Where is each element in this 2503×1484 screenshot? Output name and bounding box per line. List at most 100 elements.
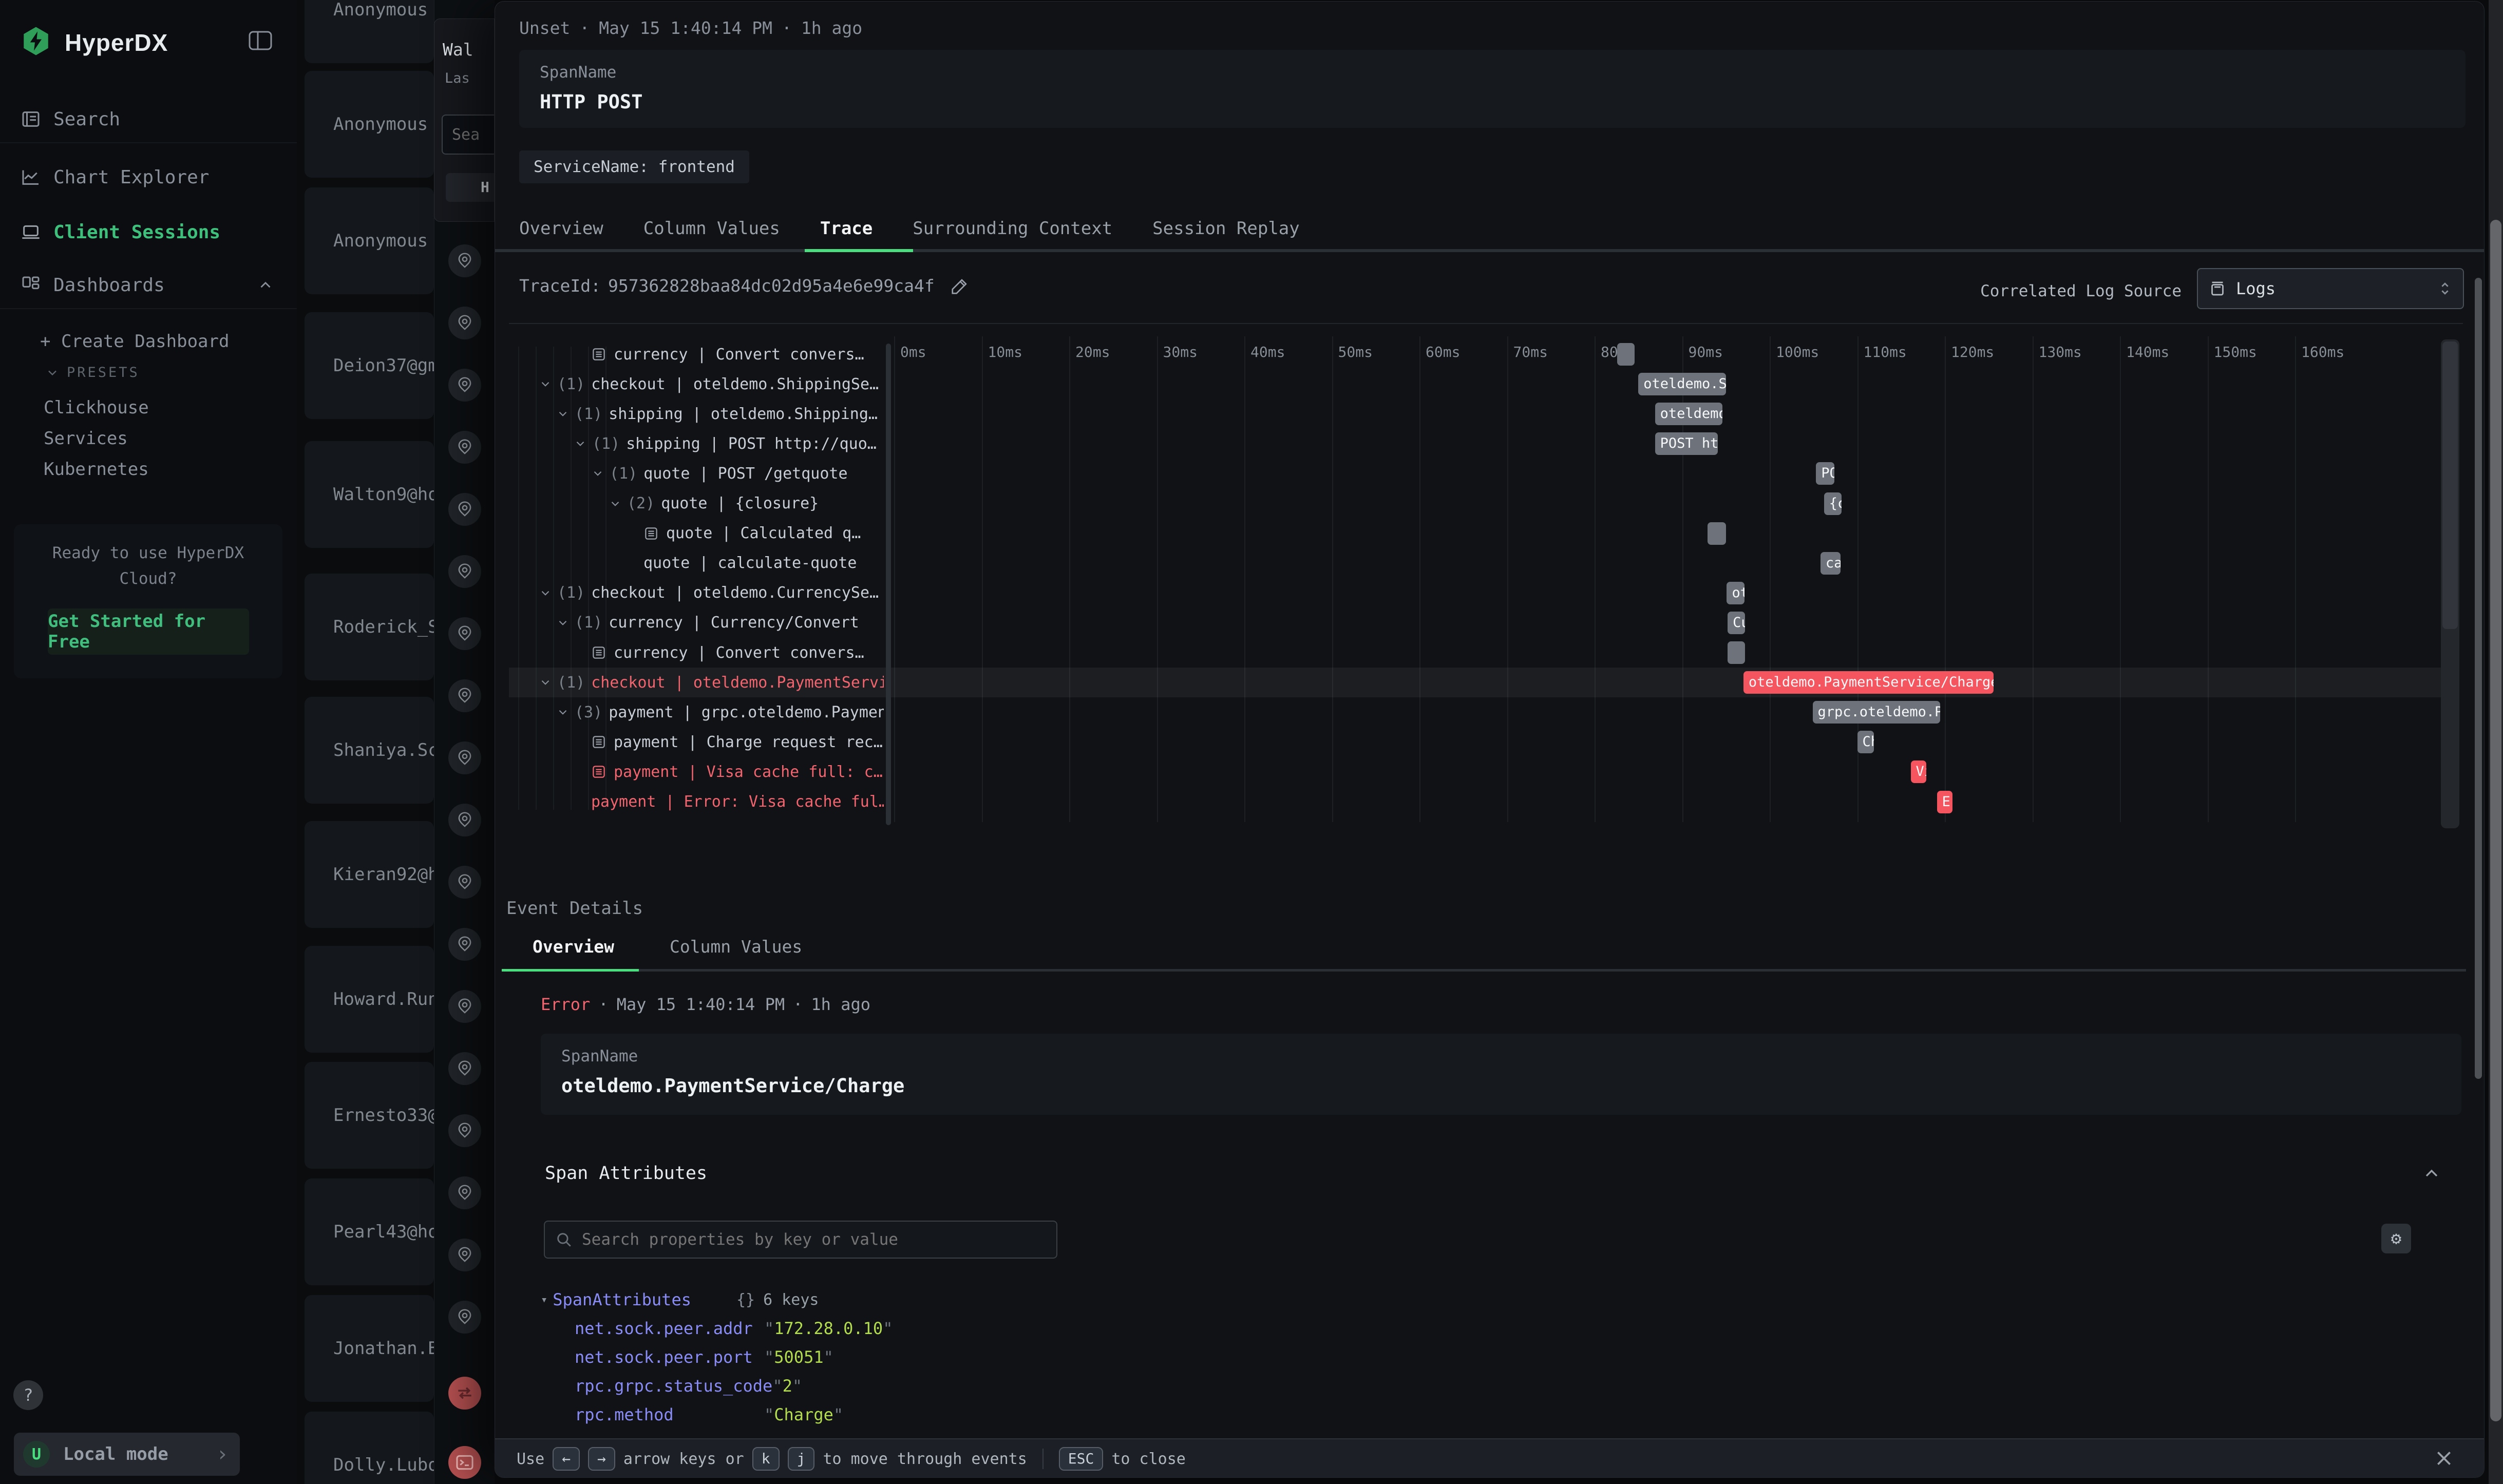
sidebar-item-preset[interactable]: Kubernetes bbox=[44, 459, 149, 480]
location-pin-icon[interactable] bbox=[448, 307, 481, 339]
trace-tree-row[interactable]: (1)checkout | oteldemo.PaymentServi… bbox=[509, 668, 884, 697]
waterfall-bar[interactable]: oteldemo.ShippingSe… bbox=[1638, 373, 1726, 395]
waterfall-bar[interactable]: POST /getquote bbox=[1816, 462, 1834, 485]
service-name-chip[interactable]: ServiceName: frontend bbox=[519, 150, 749, 183]
session-list-item[interactable]: Howard.Run bbox=[305, 946, 434, 1053]
swap-arrows-icon[interactable] bbox=[448, 1377, 481, 1410]
session-list-item[interactable]: Anonymous bbox=[305, 71, 434, 178]
session-list-item[interactable]: Pearl43@ho bbox=[305, 1178, 434, 1285]
session-list-item[interactable]: Dolly.Lubo bbox=[305, 1412, 434, 1484]
waterfall-bar[interactable]: oteldemo.CurrencySe… bbox=[1727, 582, 1744, 604]
waterfall-bar[interactable]: Currency/Convert bbox=[1728, 612, 1745, 634]
collapse-chevron-icon[interactable] bbox=[2421, 1163, 2442, 1184]
location-pin-icon[interactable] bbox=[448, 493, 481, 526]
session-list-item[interactable]: Deion37@gm bbox=[305, 312, 434, 419]
sidebar-item-dashboards[interactable]: Dashboards bbox=[0, 267, 297, 303]
session-list-item[interactable]: Jonathan.B bbox=[305, 1295, 434, 1402]
session-list-item[interactable]: Anonymous bbox=[305, 187, 434, 294]
attributes-root-row[interactable]: ▾ SpanAttributes {} 6 keys bbox=[541, 1285, 1671, 1314]
sidebar-item-client-sessions[interactable]: Client Sessions bbox=[0, 214, 297, 250]
waterfall-bar[interactable] bbox=[1728, 641, 1745, 664]
location-pin-icon[interactable] bbox=[448, 244, 481, 277]
terminal-icon[interactable] bbox=[448, 1446, 481, 1479]
tab-column-values[interactable]: Column Values bbox=[643, 214, 780, 243]
presets-header[interactable]: PRESETS bbox=[45, 365, 140, 380]
attribute-key[interactable]: net.sock.peer.addr bbox=[575, 1319, 764, 1338]
help-button[interactable]: ? bbox=[13, 1380, 43, 1410]
log-source-select[interactable]: Logs bbox=[2197, 268, 2464, 309]
close-icon[interactable] bbox=[2432, 1447, 2456, 1470]
waterfall-bar[interactable]: oteldemo.PaymentService/Charge bbox=[1743, 671, 1994, 694]
trace-tree-row[interactable]: currency | Convert convers… bbox=[509, 339, 884, 369]
attribute-key[interactable]: rpc.method bbox=[575, 1405, 764, 1424]
waterfall-bar[interactable]: Error: Visa cache ful… bbox=[1937, 791, 1952, 813]
attribute-key[interactable]: rpc.grpc.status_code bbox=[575, 1376, 772, 1396]
sidebar-item-preset[interactable]: Services bbox=[44, 428, 128, 449]
location-pin-icon[interactable] bbox=[448, 1114, 481, 1147]
trace-tree-row[interactable]: (1)shipping | oteldemo.Shipping… bbox=[509, 399, 884, 429]
location-pin-icon[interactable] bbox=[448, 1052, 481, 1085]
location-pin-icon[interactable] bbox=[448, 741, 481, 774]
account-menu[interactable]: U Local mode › bbox=[14, 1433, 240, 1476]
waterfall-bar[interactable] bbox=[1617, 343, 1635, 366]
sidebar-collapse-icon[interactable] bbox=[249, 31, 272, 50]
location-pin-icon[interactable] bbox=[448, 431, 481, 464]
sidebar-item-chart-explorer[interactable]: Chart Explorer bbox=[0, 159, 297, 195]
waterfall-bar[interactable] bbox=[1708, 522, 1726, 545]
peek-button[interactable]: H bbox=[446, 173, 495, 202]
edit-pencil-icon[interactable] bbox=[950, 276, 970, 296]
session-list-item[interactable]: Walton9@ho bbox=[305, 441, 434, 548]
location-pin-icon[interactable] bbox=[448, 928, 481, 961]
attribute-search-input[interactable] bbox=[581, 1230, 1056, 1249]
trace-tree-row[interactable]: (1)checkout | oteldemo.ShippingSe… bbox=[509, 369, 884, 399]
trace-tree-row[interactable]: quote | Calculated q… bbox=[509, 519, 884, 548]
session-list-item[interactable]: Kieran92@h bbox=[305, 821, 434, 928]
trace-tree-row[interactable]: (3)payment | grpc.oteldemo.Paymen… bbox=[509, 697, 884, 727]
session-list-item[interactable]: Ernesto33@ bbox=[305, 1062, 434, 1169]
drawer-scrollbar-thumb[interactable] bbox=[2475, 278, 2482, 1079]
session-list-item[interactable]: Shaniya.Sc bbox=[305, 697, 434, 804]
waterfall-bar[interactable]: Charge request rec… bbox=[1857, 731, 1874, 753]
sidebar-item-search[interactable]: Search bbox=[0, 101, 297, 137]
waterfall-bar[interactable]: calculate-quote bbox=[1821, 552, 1841, 575]
gear-icon[interactable]: ⚙ bbox=[2381, 1224, 2411, 1253]
create-dashboard-button[interactable]: + Create Dashboard bbox=[40, 331, 229, 352]
tab-ed-column-values[interactable]: Column Values bbox=[670, 937, 802, 957]
tab-session-replay[interactable]: Session Replay bbox=[1152, 214, 1300, 243]
waterfall-bar[interactable]: oteldemo.Shipping… bbox=[1655, 403, 1722, 425]
peek-search-input[interactable] bbox=[442, 115, 495, 155]
sidebar-item-preset[interactable]: Clickhouse bbox=[44, 397, 149, 418]
trace-tree-row[interactable]: (1)shipping | POST http://quo… bbox=[509, 429, 884, 459]
trace-tree-row[interactable]: payment | Charge request rec… bbox=[509, 727, 884, 757]
attribute-key[interactable]: net.sock.peer.port bbox=[575, 1347, 764, 1367]
location-pin-icon[interactable] bbox=[448, 1239, 481, 1271]
waterfall-bar[interactable]: grpc.oteldemo.Paymen… bbox=[1813, 701, 1941, 724]
session-list-item[interactable]: Anonymous bbox=[305, 0, 434, 63]
tab-ed-overview[interactable]: Overview bbox=[533, 937, 614, 957]
page-scrollbar-thumb[interactable] bbox=[2490, 220, 2501, 1421]
trace-tree-row[interactable]: (2)quote | {closure} bbox=[509, 489, 884, 519]
location-pin-icon[interactable] bbox=[448, 1301, 481, 1334]
waterfall-scrollbar-thumb[interactable] bbox=[2442, 341, 2458, 629]
tab-overview[interactable]: Overview bbox=[519, 214, 603, 243]
location-pin-icon[interactable] bbox=[448, 1176, 481, 1209]
tab-trace[interactable]: Trace bbox=[820, 214, 873, 243]
trace-tree-row[interactable]: quote | calculate-quote bbox=[509, 548, 884, 578]
tree-scrollbar[interactable] bbox=[886, 344, 891, 825]
trace-tree-row[interactable]: (1)checkout | oteldemo.CurrencySe… bbox=[509, 578, 884, 608]
location-pin-icon[interactable] bbox=[448, 679, 481, 712]
location-pin-icon[interactable] bbox=[448, 866, 481, 899]
waterfall-bar[interactable]: {closure} bbox=[1824, 492, 1842, 515]
trace-tree-row[interactable]: (1)quote | POST /getquote bbox=[509, 459, 884, 488]
location-pin-icon[interactable] bbox=[448, 990, 481, 1023]
session-list-item[interactable]: Roderick_S bbox=[305, 574, 434, 680]
trace-tree-row[interactable]: payment | Error: Visa cache ful… bbox=[509, 787, 884, 817]
waterfall-bar[interactable]: Visa cache full: c… bbox=[1911, 760, 1927, 783]
trace-tree-row[interactable]: payment | Visa cache full: c… bbox=[509, 757, 884, 787]
location-pin-icon[interactable] bbox=[448, 369, 481, 402]
tab-surrounding-context[interactable]: Surrounding Context bbox=[913, 214, 1112, 243]
trace-tree-row[interactable]: (1)currency | Currency/Convert bbox=[509, 608, 884, 638]
waterfall-bar[interactable]: POST http://quo… bbox=[1655, 432, 1718, 455]
location-pin-icon[interactable] bbox=[448, 617, 481, 650]
trace-tree-row[interactable]: currency | Convert convers… bbox=[509, 638, 884, 668]
